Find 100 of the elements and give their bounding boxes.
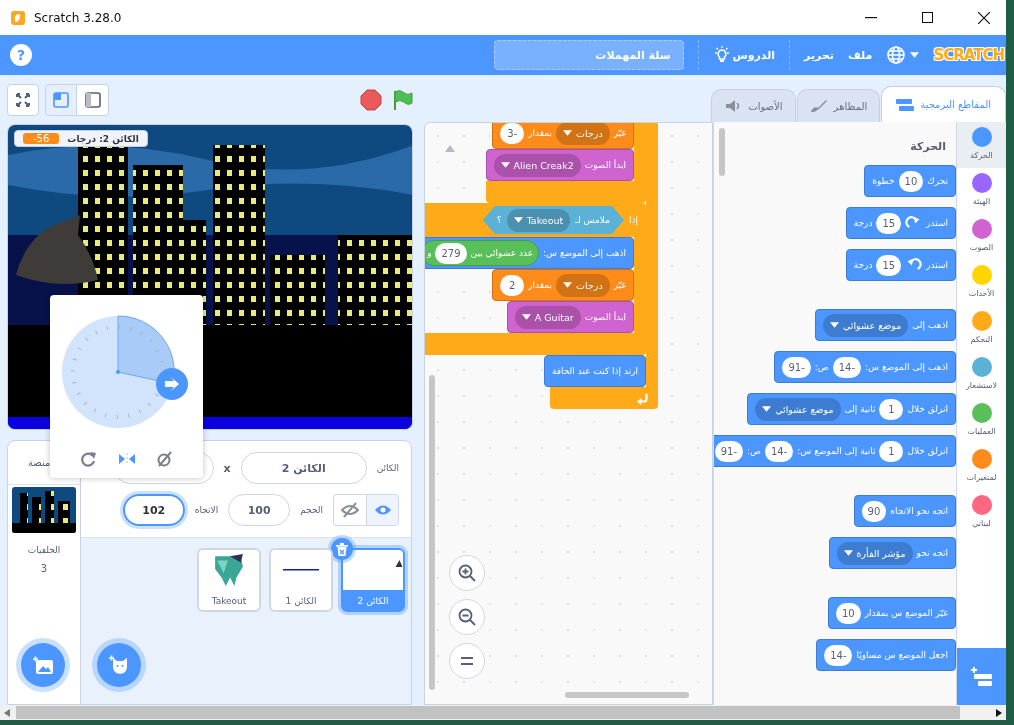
- fullscreen-button[interactable]: [7, 83, 39, 116]
- caret-icon[interactable]: [910, 52, 920, 58]
- maximize-icon[interactable]: [922, 12, 933, 23]
- code-blocks-icon: [896, 97, 915, 112]
- block-label: ابدأ الصوت: [584, 312, 626, 322]
- window-title: Scratch 3.28.0: [34, 10, 122, 25]
- block-label: غيّر الموضع س بمقدار: [864, 608, 948, 618]
- number-input[interactable]: -14: [764, 440, 794, 462]
- sprite-tile[interactable]: Takeout: [197, 548, 261, 612]
- sprite-name: Takeout: [211, 596, 247, 606]
- block-label: اذهب إلى الموضع س:: [865, 362, 948, 372]
- zoom-in-icon: [457, 563, 477, 583]
- backdrop-count: 3: [40, 563, 48, 574]
- loop-arrow-icon: [636, 391, 650, 405]
- caret-icon: [829, 322, 839, 328]
- category-item[interactable]: لمتغيرات: [957, 444, 1006, 490]
- monitor-value: -56: [23, 133, 60, 144]
- flag-icon[interactable]: [392, 88, 414, 111]
- block-label: ارتد إذا كنت عند الحافة: [551, 366, 638, 376]
- block-label: اجعل الموضع س مساويًا: [856, 650, 948, 660]
- dropdown-menu[interactable]: موضع عشوائي: [755, 397, 841, 421]
- number-input[interactable]: 15: [876, 212, 902, 234]
- block-label: بمقدار: [528, 128, 553, 138]
- sprite-thumbnail: [395, 560, 403, 567]
- number-input[interactable]: 10: [835, 602, 861, 624]
- sprite-name-label: الكائن: [376, 463, 399, 473]
- backdrop-thumbnail[interactable]: [12, 487, 76, 533]
- brush-icon: [809, 99, 828, 113]
- reset-zoom-button[interactable]: [449, 643, 485, 679]
- number-input[interactable]: 1: [879, 440, 904, 462]
- scroll-right-icon[interactable]: [996, 708, 1002, 717]
- block-label: و: [427, 248, 432, 258]
- stage-size-button[interactable]: [45, 83, 77, 116]
- add-backdrop-button[interactable]: [21, 643, 65, 687]
- zoom-out-button[interactable]: [449, 599, 485, 635]
- sprite-thumbnail: [215, 554, 243, 586]
- stop-icon[interactable]: [360, 88, 382, 111]
- category-item[interactable]: الهيئة: [957, 168, 1006, 214]
- dropdown-menu[interactable]: درجات: [556, 273, 610, 297]
- direction-field[interactable]: 102: [122, 494, 185, 526]
- number-input[interactable]: -91: [782, 356, 811, 378]
- editor-tab[interactable]: المظاهر: [796, 89, 881, 122]
- minimize-icon[interactable]: [865, 16, 877, 19]
- lightbulb-icon[interactable]: [712, 46, 731, 64]
- block-label: انزلق خلال: [907, 404, 948, 414]
- number-input[interactable]: -91: [714, 440, 743, 462]
- left-right-button[interactable]: [117, 451, 136, 467]
- add-sprite-button[interactable]: [97, 643, 141, 687]
- block-label: ثانية إلى: [844, 404, 876, 414]
- dropdown-menu[interactable]: درجات: [556, 123, 610, 145]
- number-input[interactable]: 2: [500, 274, 525, 296]
- category-item[interactable]: العمليات: [957, 398, 1006, 444]
- code-block[interactable]: اتجه نحو مؤشر الفأرة: [828, 537, 956, 569]
- add-image-icon: [32, 655, 54, 675]
- sprite-tile[interactable]: الكائن 1: [269, 548, 333, 612]
- category-item[interactable]: الصوت: [957, 214, 1006, 260]
- caret-icon: [762, 406, 772, 412]
- scrollbar[interactable]: [0, 705, 1006, 720]
- dropdown-menu[interactable]: مؤشر الفأرة: [836, 541, 913, 565]
- block-label: استدر: [926, 260, 948, 270]
- globe-icon[interactable]: [886, 45, 907, 65]
- number-input[interactable]: -14: [832, 356, 862, 378]
- stage-size-button[interactable]: [77, 83, 109, 116]
- number-input[interactable]: 10: [898, 170, 924, 192]
- show-button[interactable]: [366, 494, 399, 526]
- number-input[interactable]: 90: [861, 500, 887, 522]
- dont-rotate-button[interactable]: [155, 451, 174, 467]
- dropdown-menu[interactable]: موضع عشوائي: [822, 313, 909, 337]
- category-item[interactable]: لبناتي: [957, 490, 1006, 536]
- scrollbar[interactable]: [719, 128, 725, 176]
- block-label: عدد عشوائي بين: [470, 248, 534, 258]
- scrollbar[interactable]: [565, 692, 689, 698]
- editor-tab[interactable]: الأصوات: [711, 89, 796, 122]
- dropdown-menu[interactable]: Takeout: [506, 208, 571, 232]
- close-icon[interactable]: [978, 11, 990, 24]
- code-block[interactable]: اذهب إلى موضع عشوائي: [814, 309, 956, 341]
- block-label: تحرك: [927, 176, 948, 186]
- category-item[interactable]: لاستشعار: [957, 352, 1006, 398]
- number-input[interactable]: 279: [435, 242, 467, 264]
- sprite-name: الكائن 1: [285, 596, 317, 606]
- cat-plus-icon: [108, 655, 130, 675]
- dropdown-menu[interactable]: A Guitar: [514, 305, 581, 329]
- dropdown-menu[interactable]: Alien Creak2: [493, 153, 581, 177]
- number-input[interactable]: 1: [879, 398, 904, 420]
- category-item[interactable]: الأحداث: [957, 260, 1006, 306]
- category-item[interactable]: التحكم: [957, 306, 1006, 352]
- number-input[interactable]: -14: [824, 644, 853, 666]
- block-label: ثانية إلى الموضع س:: [797, 446, 876, 456]
- category-item[interactable]: الحركة: [957, 122, 1006, 168]
- hide-button[interactable]: [333, 494, 366, 526]
- delete-button[interactable]: [331, 538, 353, 560]
- number-input[interactable]: -3: [500, 123, 525, 144]
- rotate-all-around-button[interactable]: [79, 451, 98, 467]
- zoom-in-button[interactable]: [449, 555, 485, 591]
- triangle-icon[interactable]: [445, 145, 455, 152]
- caret-icon: [563, 130, 573, 136]
- scrollbar[interactable]: [429, 375, 435, 690]
- number-input[interactable]: 15: [876, 254, 902, 276]
- large-stage-icon: [84, 91, 101, 108]
- scroll-left-icon[interactable]: [4, 708, 10, 717]
